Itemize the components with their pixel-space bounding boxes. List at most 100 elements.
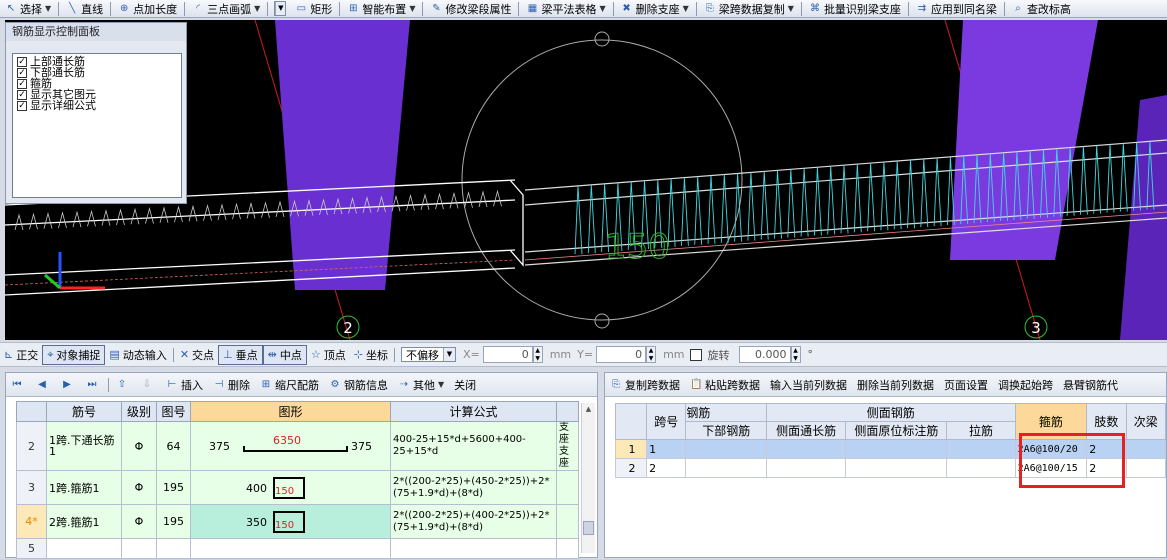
header-side-rebar[interactable]: 侧面钢筋: [766, 403, 1016, 422]
toolbar-item[interactable]: ▦ 梁平法表格 ▼: [521, 0, 610, 17]
bar-grade[interactable]: [121, 538, 157, 559]
table-row[interactable]: 4* 2跨.箍筋1 Φ 195 350 150 2*((200-2*25)+(4…: [16, 504, 579, 539]
row-number[interactable]: 1: [614, 439, 648, 459]
row-number[interactable]: 5: [16, 538, 47, 559]
toolbar-item[interactable]: ⌕ 查改标高: [1007, 0, 1076, 17]
offset-select[interactable]: 不偏移 ▼: [400, 347, 456, 362]
bar-grade[interactable]: Φ: [121, 421, 157, 471]
table-row[interactable]: 2 1跨.下通长筋1 Φ 64 375 6350 375 400-25+15*d…: [16, 421, 579, 471]
swap-start-button[interactable]: 调换起始跨: [993, 376, 1058, 394]
header-span[interactable]: 跨号: [646, 403, 687, 440]
toolbar-item[interactable]: ▭ 矩形: [290, 0, 337, 17]
rotate-checkbox[interactable]: [689, 348, 702, 361]
secondary-cell[interactable]: [1125, 439, 1167, 459]
checkbox[interactable]: ✓: [17, 78, 27, 89]
prev-record-button[interactable]: ◀: [31, 374, 56, 396]
header-bar-no[interactable]: 筋号: [46, 401, 122, 422]
other-button[interactable]: ⇢ 其他 ▼: [393, 374, 449, 396]
move-down-button[interactable]: ⇩: [136, 374, 161, 396]
tie-cell[interactable]: [946, 458, 1016, 478]
row-number[interactable]: 4*: [16, 504, 47, 539]
bar-name[interactable]: 1跨.下通长筋1: [46, 421, 122, 471]
bar-formula[interactable]: 400-25+15*d+5600+400-25+15*d: [390, 421, 557, 471]
y-input[interactable]: 0: [596, 346, 647, 363]
close-button[interactable]: 关闭: [449, 374, 481, 396]
header-tie[interactable]: 拉筋: [946, 421, 1016, 440]
checkbox[interactable]: ✓: [17, 56, 27, 67]
vertical-scrollbar[interactable]: ▲: [581, 403, 595, 553]
scroll-up-icon[interactable]: ▲: [582, 403, 595, 415]
rebar-info-button[interactable]: ⚙ 钢筋信息: [324, 374, 393, 396]
side-long-cell[interactable]: [766, 458, 847, 478]
row-number[interactable]: 2: [614, 458, 648, 478]
cantilever-button[interactable]: 悬臂钢筋代: [1058, 376, 1123, 394]
bar-name[interactable]: [46, 538, 122, 559]
object-snap-button[interactable]: ⌖ 对象捕捉: [42, 344, 106, 365]
bar-grade[interactable]: Φ: [121, 470, 157, 505]
bar-fig[interactable]: 64: [156, 421, 191, 471]
intersection-button[interactable]: ✕ 交点: [176, 345, 218, 365]
bar-shape[interactable]: 400 150: [190, 470, 391, 505]
toolbar-item[interactable]: ⊞ 智能布置 ▼: [342, 0, 420, 17]
midpoint-button[interactable]: ⇹ 中点: [262, 344, 307, 365]
toolbar-item[interactable]: ⇉ 应用到同名梁: [911, 0, 1002, 17]
x-spinner[interactable]: ▲ ▼: [532, 346, 543, 363]
header-shape[interactable]: 图形: [190, 401, 391, 422]
header-formula[interactable]: 计算公式: [390, 401, 557, 422]
insert-button[interactable]: ⊢ 插入: [161, 374, 208, 396]
row-number[interactable]: 3: [16, 470, 47, 505]
scroll-thumb[interactable]: [583, 521, 594, 535]
bar-shape[interactable]: 375 6350 375: [190, 421, 391, 471]
bar-grade[interactable]: Φ: [121, 504, 157, 539]
table-row[interactable]: 3 1跨.箍筋1 Φ 195 400 150 2*((200-2*25)+(45…: [16, 470, 579, 505]
panel-option[interactable]: ✓ 显示详细公式: [17, 100, 177, 111]
tie-cell[interactable]: [946, 439, 1016, 459]
toolbar-item[interactable]: ↖ 选择 ▼: [0, 0, 56, 17]
page-setup-button[interactable]: 页面设置: [939, 376, 993, 394]
bar-fig[interactable]: 195: [156, 504, 191, 539]
bar-extra[interactable]: 支座支座: [556, 421, 579, 471]
bottom-rebar-cell[interactable]: [685, 439, 768, 459]
draw-mode-combo[interactable]: ▼: [274, 1, 287, 16]
side-long-cell[interactable]: [766, 439, 847, 459]
toolbar-item[interactable]: ⊕ 点加长度: [113, 0, 182, 17]
paste-span-button[interactable]: 📋 粘贴跨数据: [685, 376, 765, 394]
first-record-button[interactable]: ⏮: [6, 374, 31, 396]
header-fig-no[interactable]: 图号: [156, 401, 191, 422]
bar-shape[interactable]: 350 150: [190, 504, 391, 539]
y-spinner[interactable]: ▲ ▼: [646, 346, 657, 363]
bar-name[interactable]: 1跨.箍筋1: [46, 470, 122, 505]
next-record-button[interactable]: ▶: [56, 374, 81, 396]
last-record-button[interactable]: ⏭: [81, 374, 106, 396]
side-inplace-cell[interactable]: [845, 439, 948, 459]
bar-extra[interactable]: [556, 538, 579, 559]
x-input[interactable]: 0: [482, 346, 533, 363]
bar-shape[interactable]: [190, 538, 391, 559]
toolbar-item[interactable]: ✖ 删除支座 ▼: [616, 0, 694, 17]
header-side-inplace[interactable]: 侧面原位标注筋: [845, 421, 948, 440]
bar-formula[interactable]: 2*((200-2*25)+(400-2*25))+2*(75+1.9*d)+(…: [390, 504, 557, 539]
rotate-input[interactable]: 0.000: [738, 346, 791, 363]
scale-rebar-button[interactable]: ⊞ 缩尺配筋: [255, 374, 324, 396]
span-number[interactable]: 1: [646, 439, 687, 459]
toolbar-item[interactable]: ╲ 直线: [61, 0, 108, 17]
bar-formula[interactable]: [390, 538, 557, 559]
toolbar-item[interactable]: ◜ 三点画弧 ▼: [187, 0, 265, 17]
bar-fig[interactable]: [156, 538, 191, 559]
bar-extra[interactable]: [556, 470, 579, 505]
rotate-spinner[interactable]: ▲ ▼: [790, 346, 801, 363]
row-number[interactable]: 2: [16, 421, 47, 471]
dynamic-input-button[interactable]: ▤ 动态输入: [105, 345, 170, 365]
header-side-long[interactable]: 侧面通长筋: [766, 421, 847, 440]
checkbox[interactable]: ✓: [17, 89, 27, 100]
delete-column-button[interactable]: 删除当前列数据: [852, 376, 939, 394]
bottom-rebar-cell[interactable]: [685, 458, 768, 478]
checkbox[interactable]: ✓: [17, 100, 27, 111]
toolbar-item[interactable]: ✎ 修改梁段属性: [425, 0, 516, 17]
header-extra[interactable]: [556, 401, 579, 422]
input-column-button[interactable]: 输入当前列数据: [765, 376, 852, 394]
perpendicular-button[interactable]: ⊥ 垂点: [218, 344, 263, 365]
bar-name[interactable]: 2跨.箍筋1: [46, 504, 122, 539]
header-secondary[interactable]: 次梁: [1125, 403, 1167, 440]
header-rebar-group[interactable]: 钢筋: [685, 403, 768, 422]
